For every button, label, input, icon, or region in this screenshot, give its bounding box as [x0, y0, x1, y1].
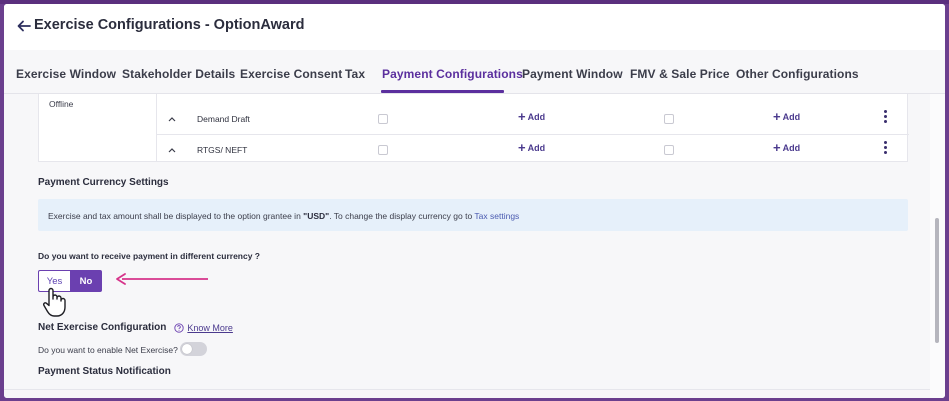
chevron-up-icon[interactable] [167, 114, 177, 124]
add-button[interactable]: + Add [518, 140, 546, 155]
row-label-rtgs-neft: RTGS/ NEFT [197, 145, 248, 155]
back-arrow-icon[interactable] [16, 18, 32, 34]
app-frame: Exercise Configurations - OptionAward Ex… [4, 4, 945, 398]
page-header: Exercise Configurations - OptionAward [4, 4, 945, 50]
row-checkbox[interactable] [378, 145, 388, 155]
table-row: RTGS/ NEFT + Add + Add [157, 135, 909, 166]
row-label-demand-draft: Demand Draft [197, 114, 250, 124]
row-checkbox[interactable] [378, 114, 388, 124]
net-exercise-title: Net Exercise Configuration [38, 322, 167, 333]
different-currency-question: Do you want to receive payment in differ… [38, 251, 260, 261]
net-exercise-header: Net Exercise Configuration Know More [38, 322, 233, 333]
help-circle-icon[interactable] [174, 322, 185, 333]
currency-info-banner: Exercise and tax amount shall be display… [38, 199, 908, 231]
net-exercise-question: Do you want to enable Net Exercise? [38, 345, 178, 355]
plus-icon: + [518, 109, 526, 124]
add-button[interactable]: + Add [773, 140, 801, 155]
annotation-arrow-icon [116, 273, 208, 285]
plus-icon: + [773, 140, 781, 155]
tab-bar: Exercise Window Stakeholder Details Exer… [4, 50, 945, 94]
add-label: Add [527, 143, 546, 153]
tab-tax[interactable]: Tax [345, 67, 365, 81]
group-label-offline: Offline [49, 99, 74, 109]
page-title: Exercise Configurations - OptionAward [34, 17, 305, 33]
info-text-suffix: . To change the display currency go to [329, 211, 475, 221]
info-text-prefix: Exercise and tax amount shall be display… [48, 211, 304, 221]
divider [4, 389, 930, 390]
add-label: Add [782, 112, 801, 122]
no-button[interactable]: No [70, 270, 102, 292]
add-label: Add [782, 143, 801, 153]
row-checkbox[interactable] [664, 114, 674, 124]
tab-payment-window[interactable]: Payment Window [522, 67, 623, 81]
payment-methods-table: Offline Demand Draft + Add + Add RTGS/ NEF… [38, 94, 909, 162]
active-tab-indicator [381, 90, 504, 93]
pointer-hand-icon [43, 287, 66, 317]
kebab-menu-icon[interactable] [882, 141, 888, 157]
tab-fmv-sale-price[interactable]: FMV & Sale Price [630, 67, 730, 81]
payment-currency-title: Payment Currency Settings [38, 177, 169, 188]
info-currency: "USD" [303, 211, 330, 221]
net-exercise-toggle[interactable] [180, 342, 207, 356]
row-checkbox[interactable] [664, 145, 674, 155]
know-more-link[interactable]: Know More [187, 323, 233, 333]
tab-exercise-consent[interactable]: Exercise Consent [240, 67, 342, 81]
plus-icon: + [773, 109, 781, 124]
tab-payment-configurations[interactable]: Payment Configurations [382, 67, 523, 81]
payment-status-title: Payment Status Notification [38, 366, 171, 377]
group-cell: Offline [39, 94, 157, 162]
scrollbar-thumb[interactable] [935, 218, 939, 343]
kebab-menu-icon[interactable] [882, 110, 888, 126]
add-label: Add [527, 112, 546, 122]
tab-exercise-window[interactable]: Exercise Window [16, 67, 116, 81]
table-row: Demand Draft + Add + Add [157, 104, 909, 135]
chevron-up-icon[interactable] [167, 145, 177, 155]
tab-stakeholder-details[interactable]: Stakeholder Details [122, 67, 235, 81]
add-button[interactable]: + Add [518, 109, 546, 124]
toggle-knob [182, 344, 192, 354]
tab-other-configurations[interactable]: Other Configurations [736, 67, 859, 81]
add-button[interactable]: + Add [773, 109, 801, 124]
main-content: Offline Demand Draft + Add + Add RTGS/ NEF… [4, 94, 930, 398]
plus-icon: + [518, 140, 526, 155]
scrollbar[interactable] [930, 94, 945, 398]
tax-settings-link[interactable]: Tax settings [474, 211, 519, 221]
